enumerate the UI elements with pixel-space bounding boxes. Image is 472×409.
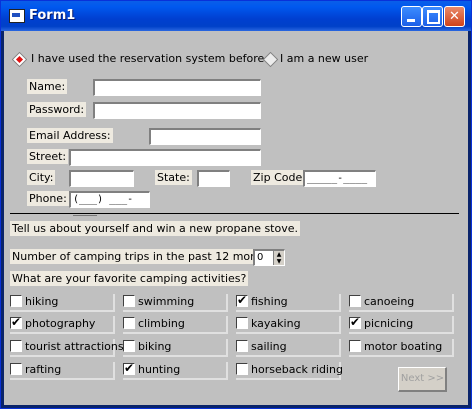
- activity-checkbox-hunting[interactable]: ✔ hunting: [123, 361, 228, 380]
- checkbox-box[interactable]: [236, 340, 248, 352]
- next-button-label: Next >>: [400, 373, 445, 384]
- minimize-button[interactable]: [401, 6, 422, 27]
- checkbox-box[interactable]: ✔: [10, 315, 22, 329]
- checkbox-box[interactable]: [236, 363, 248, 375]
- password-label: Password:: [27, 102, 87, 117]
- state-label: State:: [155, 170, 192, 185]
- checkbox-box[interactable]: ✔: [123, 361, 135, 375]
- activity-checkbox-sailing[interactable]: sailing: [236, 339, 341, 357]
- activity-label: swimming: [138, 295, 195, 308]
- activity-label: photography: [25, 317, 96, 330]
- activity-checkbox-picnicing[interactable]: ✔ picnicing: [349, 315, 454, 334]
- spin-down-icon[interactable]: ▼: [274, 258, 284, 265]
- app-icon[interactable]: [9, 9, 25, 23]
- form-window: Form1 ✕ I have used the reservation syst…: [0, 0, 472, 409]
- activity-label: motor boating: [364, 340, 443, 353]
- activity-label: horseback riding: [251, 363, 343, 376]
- checkbox-box[interactable]: [349, 340, 361, 352]
- checkmark-icon: ✔: [11, 315, 22, 329]
- checkbox-box[interactable]: [10, 340, 22, 352]
- activity-checkbox-tourist-attractions[interactable]: tourist attractions: [10, 339, 124, 357]
- checkbox-box[interactable]: ✔: [349, 315, 361, 329]
- title-bar[interactable]: Form1 ✕: [1, 1, 471, 31]
- spinner-arrows[interactable]: ▲ ▼: [273, 251, 284, 265]
- checkbox-box[interactable]: [123, 317, 135, 329]
- maximize-button[interactable]: [422, 6, 443, 27]
- zip-input[interactable]: _____-____: [303, 170, 376, 187]
- checkbox-box[interactable]: [349, 295, 361, 307]
- activity-checkbox-canoeing[interactable]: canoeing: [349, 294, 454, 312]
- checkbox-box[interactable]: [10, 363, 22, 375]
- checkmark-icon: ✔: [350, 315, 361, 329]
- existing-user-label[interactable]: I have used the reservation system befor…: [31, 52, 264, 65]
- next-button[interactable]: Next >>: [398, 367, 447, 392]
- close-button[interactable]: ✕: [444, 6, 465, 27]
- activity-label: kayaking: [251, 317, 301, 330]
- activity-checkbox-kayaking[interactable]: kayaking: [236, 316, 341, 334]
- maximize-icon: [427, 10, 440, 24]
- activity-label: picnicing: [364, 317, 414, 330]
- phone-input[interactable]: (___) ___-____: [69, 191, 150, 216]
- street-label: Street:: [27, 149, 69, 164]
- activity-label: rafting: [25, 363, 62, 376]
- activity-checkbox-motor-boating[interactable]: motor boating: [349, 339, 454, 357]
- activity-checkbox-swimming[interactable]: swimming: [123, 294, 228, 312]
- checkbox-box[interactable]: [123, 295, 135, 307]
- activity-checkbox-climbing[interactable]: climbing: [123, 316, 228, 334]
- survey-intro: Tell us about yourself and win a new pro…: [10, 221, 300, 236]
- activity-checkbox-rafting[interactable]: rafting: [10, 362, 115, 380]
- activity-checkbox-biking[interactable]: biking: [123, 339, 228, 357]
- section-divider: [10, 213, 459, 214]
- activity-checkbox-fishing[interactable]: ✔ fishing: [236, 293, 341, 312]
- activity-label: hiking: [25, 295, 59, 308]
- city-label: City:: [27, 170, 56, 185]
- password-input[interactable]: [93, 102, 261, 119]
- checkbox-box[interactable]: ✔: [236, 293, 248, 307]
- activity-label: tourist attractions: [25, 340, 124, 353]
- trips-label: Number of camping trips in the past 12 m…: [10, 249, 280, 264]
- minimize-icon: [407, 19, 415, 22]
- window-title: Form1: [29, 8, 76, 23]
- radio-new-user[interactable]: [262, 51, 279, 68]
- activity-checkbox-photography[interactable]: ✔ photography: [10, 315, 115, 334]
- zip-label: Zip Code:: [251, 170, 308, 185]
- activity-label: hunting: [138, 363, 181, 376]
- checkbox-box[interactable]: [236, 317, 248, 329]
- checkmark-icon: ✔: [237, 293, 248, 307]
- activities-question: What are your favorite camping activitie…: [10, 271, 249, 286]
- form-client-area: I have used the reservation system befor…: [4, 31, 468, 405]
- trips-value: 0: [257, 252, 264, 263]
- activity-label: sailing: [251, 340, 287, 353]
- phone-label: Phone:: [27, 191, 69, 206]
- activity-label: climbing: [138, 317, 185, 330]
- zip-mask: _____-____: [307, 173, 368, 184]
- checkmark-icon: ✔: [124, 361, 135, 375]
- spin-up-icon[interactable]: ▲: [274, 251, 284, 258]
- street-input[interactable]: [69, 149, 261, 166]
- activity-checkbox-hiking[interactable]: hiking: [10, 294, 115, 312]
- checkbox-box[interactable]: [10, 295, 22, 307]
- activity-label: fishing: [251, 295, 288, 308]
- checkbox-box[interactable]: [123, 340, 135, 352]
- close-icon: ✕: [449, 9, 460, 24]
- radio-selected-dot: [15, 55, 24, 64]
- new-user-label[interactable]: I am a new user: [280, 52, 368, 65]
- activity-checkbox-horseback-riding[interactable]: horseback riding: [236, 362, 343, 380]
- name-input[interactable]: [93, 79, 261, 96]
- activity-label: biking: [138, 340, 172, 353]
- activity-label: canoeing: [364, 295, 415, 308]
- radio-existing-user[interactable]: [11, 51, 28, 68]
- email-input[interactable]: [149, 128, 261, 145]
- city-input[interactable]: [69, 170, 134, 187]
- name-label: Name:: [27, 79, 68, 94]
- state-input[interactable]: [197, 170, 230, 187]
- trips-spinner[interactable]: 0 ▲ ▼: [253, 249, 285, 266]
- email-label: Email Address:: [27, 128, 113, 143]
